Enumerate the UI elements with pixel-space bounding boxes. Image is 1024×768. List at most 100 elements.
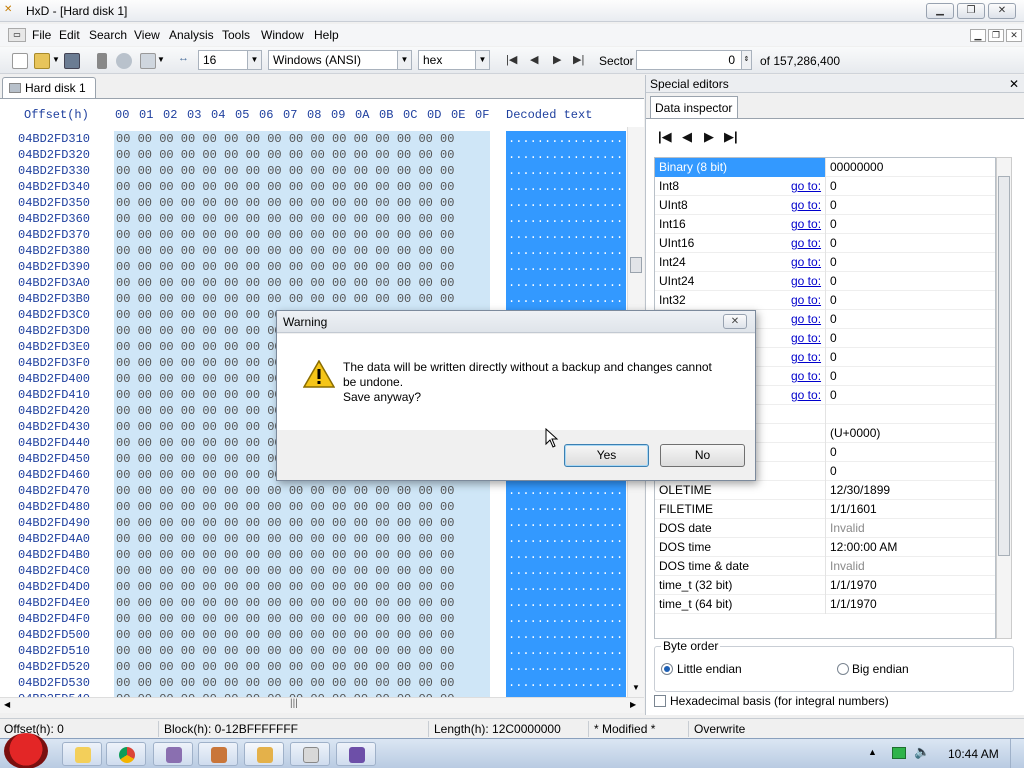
hex-row[interactable]: 00 00 00 00 00 00 00 00 00 00 00 00 00 0… <box>114 675 490 691</box>
inspector-value[interactable]: 0 <box>830 312 837 326</box>
bytes-per-row-select[interactable]: 16 ▼ <box>198 50 262 70</box>
next-sector-icon[interactable]: ▶ <box>553 53 561 66</box>
hex-row[interactable]: 00 00 00 00 00 00 00 00 00 00 00 00 00 0… <box>114 563 490 579</box>
minimize-button[interactable]: ▁ <box>926 3 954 19</box>
last-icon[interactable]: ▶| <box>724 129 738 145</box>
inspector-row[interactable]: Int24 go to: 0 <box>655 253 995 272</box>
taskbar-explorer[interactable] <box>62 742 102 766</box>
inspector-row[interactable]: FILETIME 1/1/1601 <box>655 500 995 519</box>
volume-icon[interactable]: 🔈 <box>914 744 930 760</box>
inspector-value[interactable]: 0 <box>830 217 837 231</box>
inspector-row[interactable]: UInt16 go to: 0 <box>655 234 995 253</box>
mdi-close-button[interactable]: ✕ <box>1006 29 1022 42</box>
menu-analysis[interactable]: Analysis <box>169 28 214 42</box>
inspector-value[interactable]: 12/30/1899 <box>830 483 890 497</box>
tray-expand-icon[interactable]: ▲ <box>868 747 877 757</box>
next-icon[interactable]: ▶ <box>704 129 714 145</box>
inspector-value[interactable]: 0 <box>830 350 837 364</box>
menu-tools[interactable]: Tools <box>222 28 250 42</box>
start-button[interactable] <box>4 733 48 768</box>
mdi-restore-button[interactable]: ❐ <box>988 29 1004 42</box>
goto-link[interactable]: go to: <box>791 312 821 326</box>
decoded-row[interactable]: ................ <box>506 163 626 179</box>
goto-link[interactable]: go to: <box>791 331 821 345</box>
hex-row[interactable]: 00 00 00 00 00 00 00 00 00 00 00 00 00 0… <box>114 211 490 227</box>
hex-row[interactable]: 00 00 00 00 00 00 00 00 00 00 00 00 00 0… <box>114 275 490 291</box>
hex-row[interactable]: 00 00 00 00 00 00 00 00 00 00 00 00 00 0… <box>114 515 490 531</box>
inspector-value[interactable]: 0 <box>830 236 837 250</box>
inspector-value[interactable]: 12:00:00 AM <box>830 540 897 554</box>
close-icon[interactable]: ✕ <box>1009 77 1019 91</box>
taskbar-clock[interactable]: 10:44 AM <box>948 747 999 761</box>
close-window-button[interactable]: ✕ <box>988 3 1016 19</box>
taskbar-app-1[interactable] <box>153 742 193 766</box>
inspector-value[interactable]: 0 <box>830 198 837 212</box>
taskbar-app-4[interactable] <box>336 742 376 766</box>
decoded-row[interactable]: ................ <box>506 547 626 563</box>
chevron-down-icon[interactable]: ▼ <box>397 51 411 69</box>
decoded-row[interactable]: ................ <box>506 531 626 547</box>
decoded-row[interactable]: ................ <box>506 179 626 195</box>
hex-row[interactable]: 00 00 00 00 00 00 00 00 00 00 00 00 00 0… <box>114 627 490 643</box>
inspector-row[interactable]: UInt24 go to: 0 <box>655 272 995 291</box>
hex-row[interactable]: 00 00 00 00 00 00 00 00 00 00 00 00 00 0… <box>114 499 490 515</box>
menu-search[interactable]: Search <box>89 28 127 42</box>
inspector-value[interactable]: 0 <box>830 369 837 383</box>
inspector-row[interactable]: time_t (64 bit) 1/1/1970 <box>655 595 995 614</box>
taskbar-hxd[interactable] <box>244 742 284 766</box>
decoded-row[interactable]: ................ <box>506 195 626 211</box>
menu-view[interactable]: View <box>134 28 160 42</box>
menu-edit[interactable]: Edit <box>59 28 80 42</box>
inspector-row[interactable]: DOS time & date Invalid <box>655 557 995 576</box>
hex-row[interactable]: 00 00 00 00 00 00 00 00 00 00 00 00 00 0… <box>114 179 490 195</box>
goto-link[interactable]: go to: <box>791 236 821 250</box>
inspector-value[interactable]: 1/1/1601 <box>830 502 877 516</box>
decoded-row[interactable]: ................ <box>506 563 626 579</box>
hex-row[interactable]: 00 00 00 00 00 00 00 00 00 00 00 00 00 0… <box>114 259 490 275</box>
inspector-value[interactable]: 0 <box>830 464 837 478</box>
scroll-down-icon[interactable]: ▼ <box>632 683 640 692</box>
decoded-row[interactable]: ................ <box>506 243 626 259</box>
maximize-button[interactable]: ❐ <box>957 3 985 19</box>
inspector-value[interactable]: 0 <box>830 293 837 307</box>
inspector-value[interactable]: Invalid <box>830 559 865 573</box>
decoded-row[interactable]: ................ <box>506 483 626 499</box>
decoded-row[interactable]: ................ <box>506 147 626 163</box>
hex-row[interactable]: 00 00 00 00 00 00 00 00 00 00 00 00 00 0… <box>114 483 490 499</box>
horizontal-scrollbar[interactable]: ◀ ||| ▶ <box>0 697 644 713</box>
scrollbar-grip[interactable]: ||| <box>290 698 298 709</box>
hex-row[interactable]: 00 00 00 00 00 00 00 00 00 00 00 00 00 0… <box>114 643 490 659</box>
decoded-row[interactable]: ................ <box>506 291 626 307</box>
disk-icon[interactable] <box>116 53 132 69</box>
hex-row[interactable]: 00 00 00 00 00 00 00 00 00 00 00 00 00 0… <box>114 227 490 243</box>
tab-hard-disk-1[interactable]: Hard disk 1 <box>2 77 96 98</box>
goto-link[interactable]: go to: <box>791 198 821 212</box>
hex-row[interactable]: 00 00 00 00 00 00 00 00 00 00 00 00 00 0… <box>114 243 490 259</box>
sector-stepper-icon[interactable]: ⇕ <box>741 51 751 69</box>
hex-row[interactable]: 00 00 00 00 00 00 00 00 00 00 00 00 00 0… <box>114 147 490 163</box>
decoded-row[interactable]: ................ <box>506 643 626 659</box>
inspector-row[interactable]: time_t (32 bit) 1/1/1970 <box>655 576 995 595</box>
inspector-value[interactable]: 0 <box>830 331 837 345</box>
tab-data-inspector[interactable]: Data inspector <box>650 96 738 119</box>
open-folder-icon[interactable] <box>34 53 50 69</box>
inspector-row[interactable]: Int16 go to: 0 <box>655 215 995 234</box>
inspector-row[interactable]: Int32 go to: 0 <box>655 291 995 310</box>
decoded-row[interactable]: ................ <box>506 659 626 675</box>
inspector-value[interactable]: 1/1/1970 <box>830 597 877 611</box>
inspector-value[interactable]: Invalid <box>830 521 865 535</box>
inspector-scrollbar[interactable] <box>996 157 1012 639</box>
inspector-row[interactable]: DOS date Invalid <box>655 519 995 538</box>
menu-help[interactable]: Help <box>314 28 339 42</box>
no-button[interactable]: No <box>660 444 745 467</box>
scroll-right-icon[interactable]: ▶ <box>630 700 636 709</box>
memory-dropdown-icon[interactable]: ▼ <box>157 55 165 71</box>
hex-row[interactable]: 00 00 00 00 00 00 00 00 00 00 00 00 00 0… <box>114 595 490 611</box>
open-dropdown-icon[interactable]: ▼ <box>52 55 60 71</box>
hex-row[interactable]: 00 00 00 00 00 00 00 00 00 00 00 00 00 0… <box>114 131 490 147</box>
network-icon[interactable] <box>892 747 906 759</box>
hex-row[interactable]: 00 00 00 00 00 00 00 00 00 00 00 00 00 0… <box>114 163 490 179</box>
decoded-row[interactable]: ................ <box>506 259 626 275</box>
decoded-row[interactable]: ................ <box>506 211 626 227</box>
scrollbar-thumb[interactable] <box>998 176 1010 556</box>
